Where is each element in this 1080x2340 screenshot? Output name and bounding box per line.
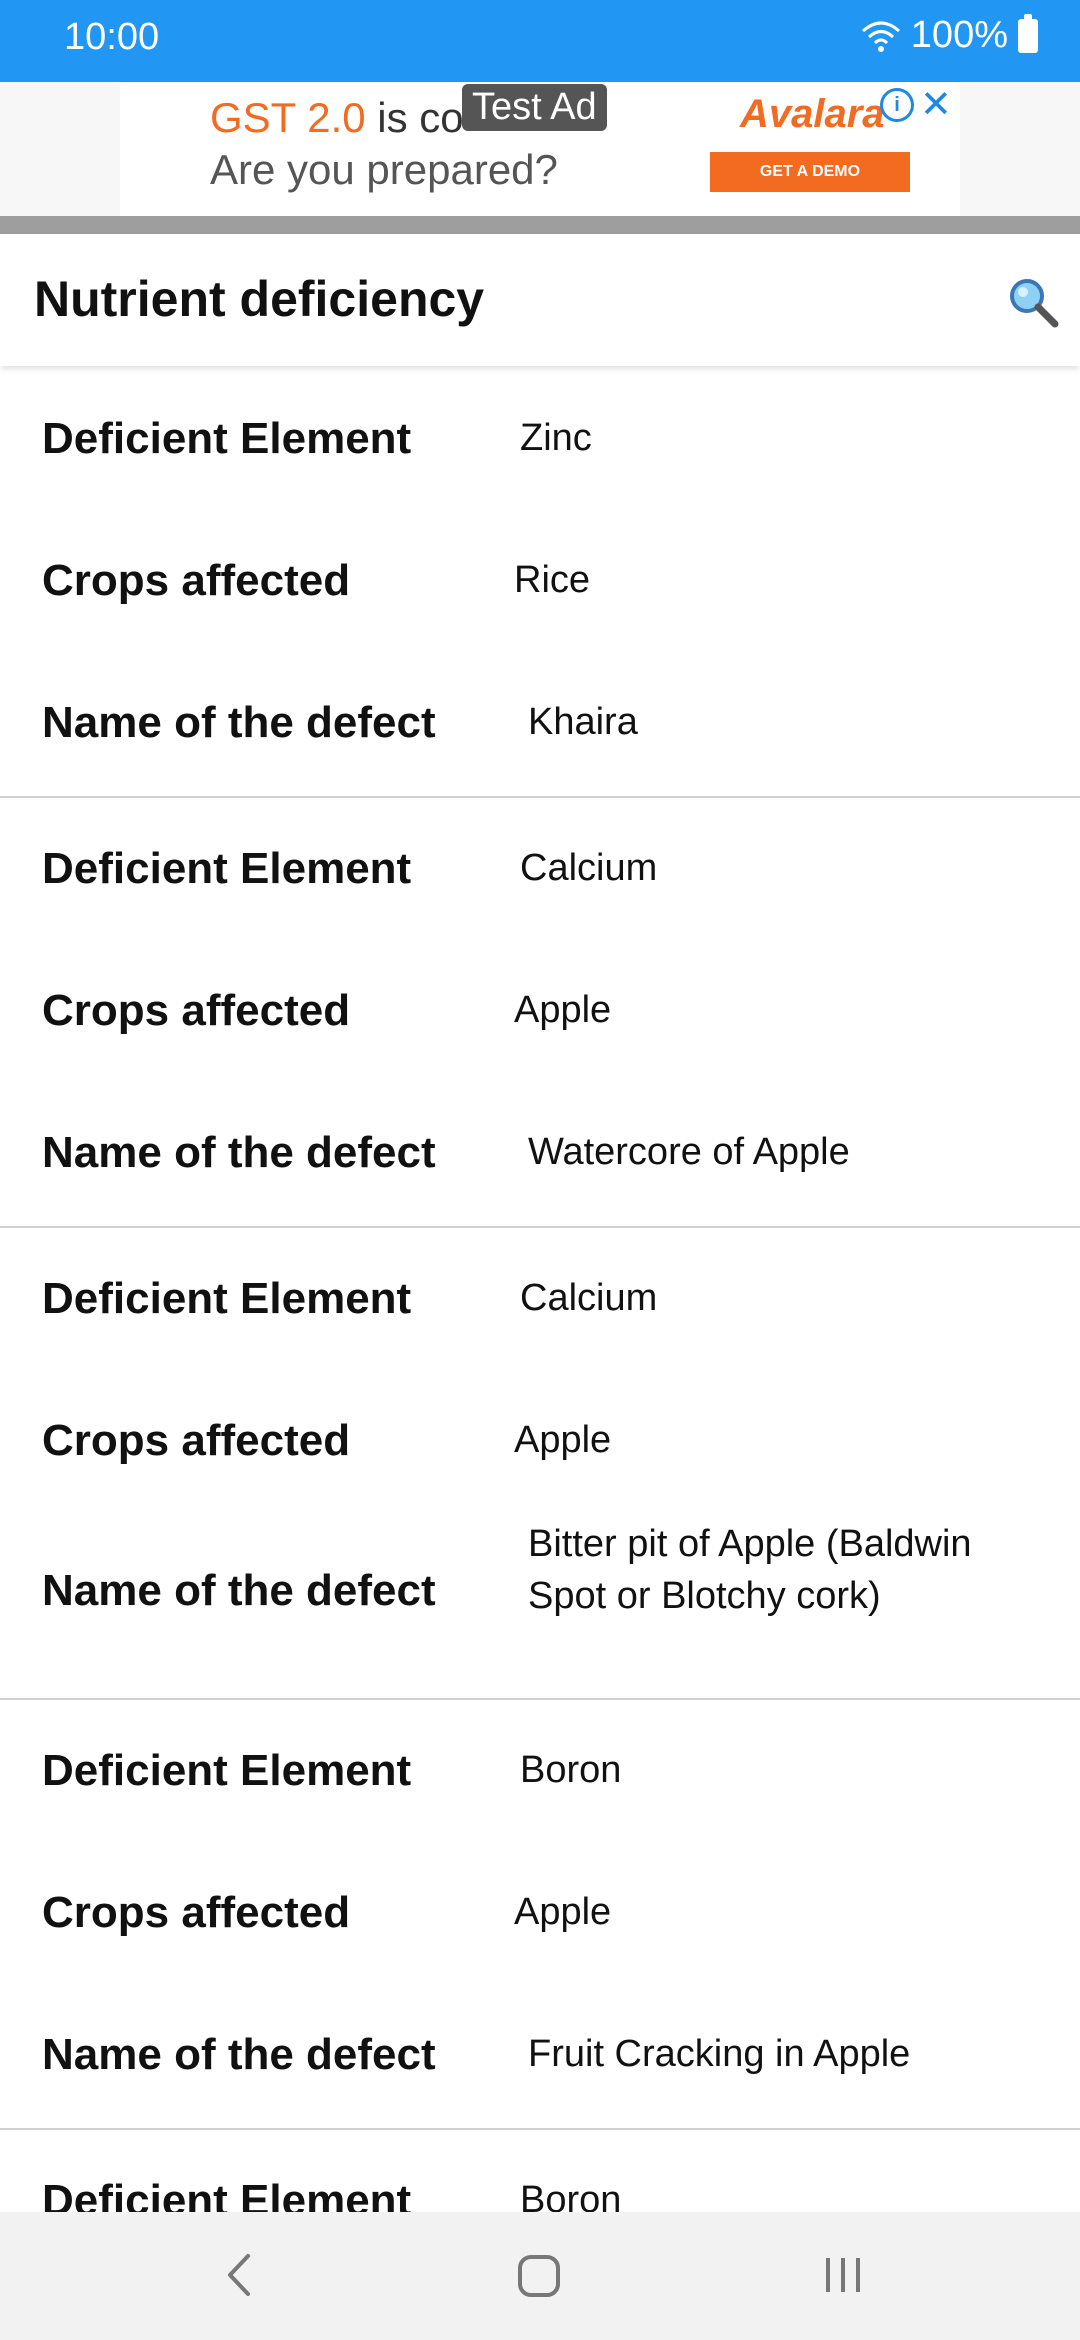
crops-value: Apple (514, 1419, 612, 1461)
defect-label: Name of the defect (42, 698, 436, 747)
element-value: Zinc (520, 417, 592, 459)
element-value: Calcium (520, 847, 658, 889)
crops-label: Crops affected (42, 556, 351, 605)
wifi-icon (861, 21, 900, 52)
ad-headline: GST 2.0 is co (210, 94, 464, 142)
ad-banner[interactable]: GST 2.0 is co Are you prepared? Avalara … (0, 82, 1080, 216)
ad-headline-highlight: GST 2.0 (210, 94, 366, 141)
element-label: Deficient Element (42, 1746, 412, 1795)
defect-value: Khaira (528, 701, 638, 743)
element-value: Boron (520, 1749, 622, 1791)
list-item[interactable]: Deficient Element Calcium Crops affected… (0, 798, 1080, 1228)
info-icon[interactable]: i (880, 88, 914, 122)
element-value: Calcium (520, 1277, 658, 1319)
element-value: Boron (520, 2179, 622, 2212)
crops-value: Rice (514, 559, 591, 601)
close-icon[interactable]: ✕ (920, 82, 952, 127)
crops-label: Crops affected (42, 1888, 351, 1937)
crops-value: Apple (514, 1891, 612, 1933)
back-icon[interactable] (220, 2250, 260, 2300)
defect-label: Name of the defect (42, 2030, 436, 2079)
status-bar: 10:00 100% (0, 0, 1080, 82)
home-icon[interactable] (515, 2252, 563, 2300)
crops-value: Apple (514, 989, 612, 1031)
battery-icon (1018, 13, 1038, 53)
defect-value: Fruit Cracking in Apple (528, 2033, 911, 2075)
ad-cta-button[interactable]: GET A DEMO (710, 152, 910, 192)
ad-divider (0, 216, 1080, 234)
defect-value: Bitter pit of Apple (Baldwin Spot or Blo… (528, 1523, 972, 1617)
ad-content[interactable]: GST 2.0 is co Are you prepared? Avalara … (120, 82, 960, 216)
list-item[interactable]: Deficient Element Calcium Crops affected… (0, 1228, 1080, 1700)
list-item[interactable]: Deficient Element Zinc Crops affected Ri… (0, 368, 1080, 798)
list-item[interactable]: Deficient Element Boron (0, 2130, 1080, 2212)
defect-label: Name of the defect (42, 1566, 436, 1615)
defect-label: Name of the defect (42, 1128, 436, 1177)
ad-brand-logo: Avalara (740, 92, 885, 136)
list-item[interactable]: Deficient Element Boron Crops affected A… (0, 1700, 1080, 2130)
test-ad-label: Test Ad (462, 84, 607, 131)
search-icon[interactable] (1005, 274, 1061, 330)
deficiency-list[interactable]: Deficient Element Zinc Crops affected Ri… (0, 368, 1080, 2212)
element-label: Deficient Element (42, 1274, 412, 1323)
app-bar: Nutrient deficiency (0, 234, 1080, 366)
ad-subline: Are you prepared? (210, 146, 558, 193)
page-title: Nutrient deficiency (34, 271, 485, 327)
element-label: Deficient Element (42, 2176, 412, 2212)
battery-percent: 100% (910, 14, 1008, 56)
crops-label: Crops affected (42, 986, 351, 1035)
ad-headline-rest: is co (365, 94, 464, 141)
defect-value: Watercore of Apple (528, 1131, 850, 1173)
crops-label: Crops affected (42, 1416, 351, 1465)
recents-icon[interactable] (818, 2250, 868, 2300)
element-label: Deficient Element (42, 844, 412, 893)
system-nav-bar (0, 2212, 1080, 2340)
status-time: 10:00 (64, 16, 160, 58)
element-label: Deficient Element (42, 414, 412, 463)
